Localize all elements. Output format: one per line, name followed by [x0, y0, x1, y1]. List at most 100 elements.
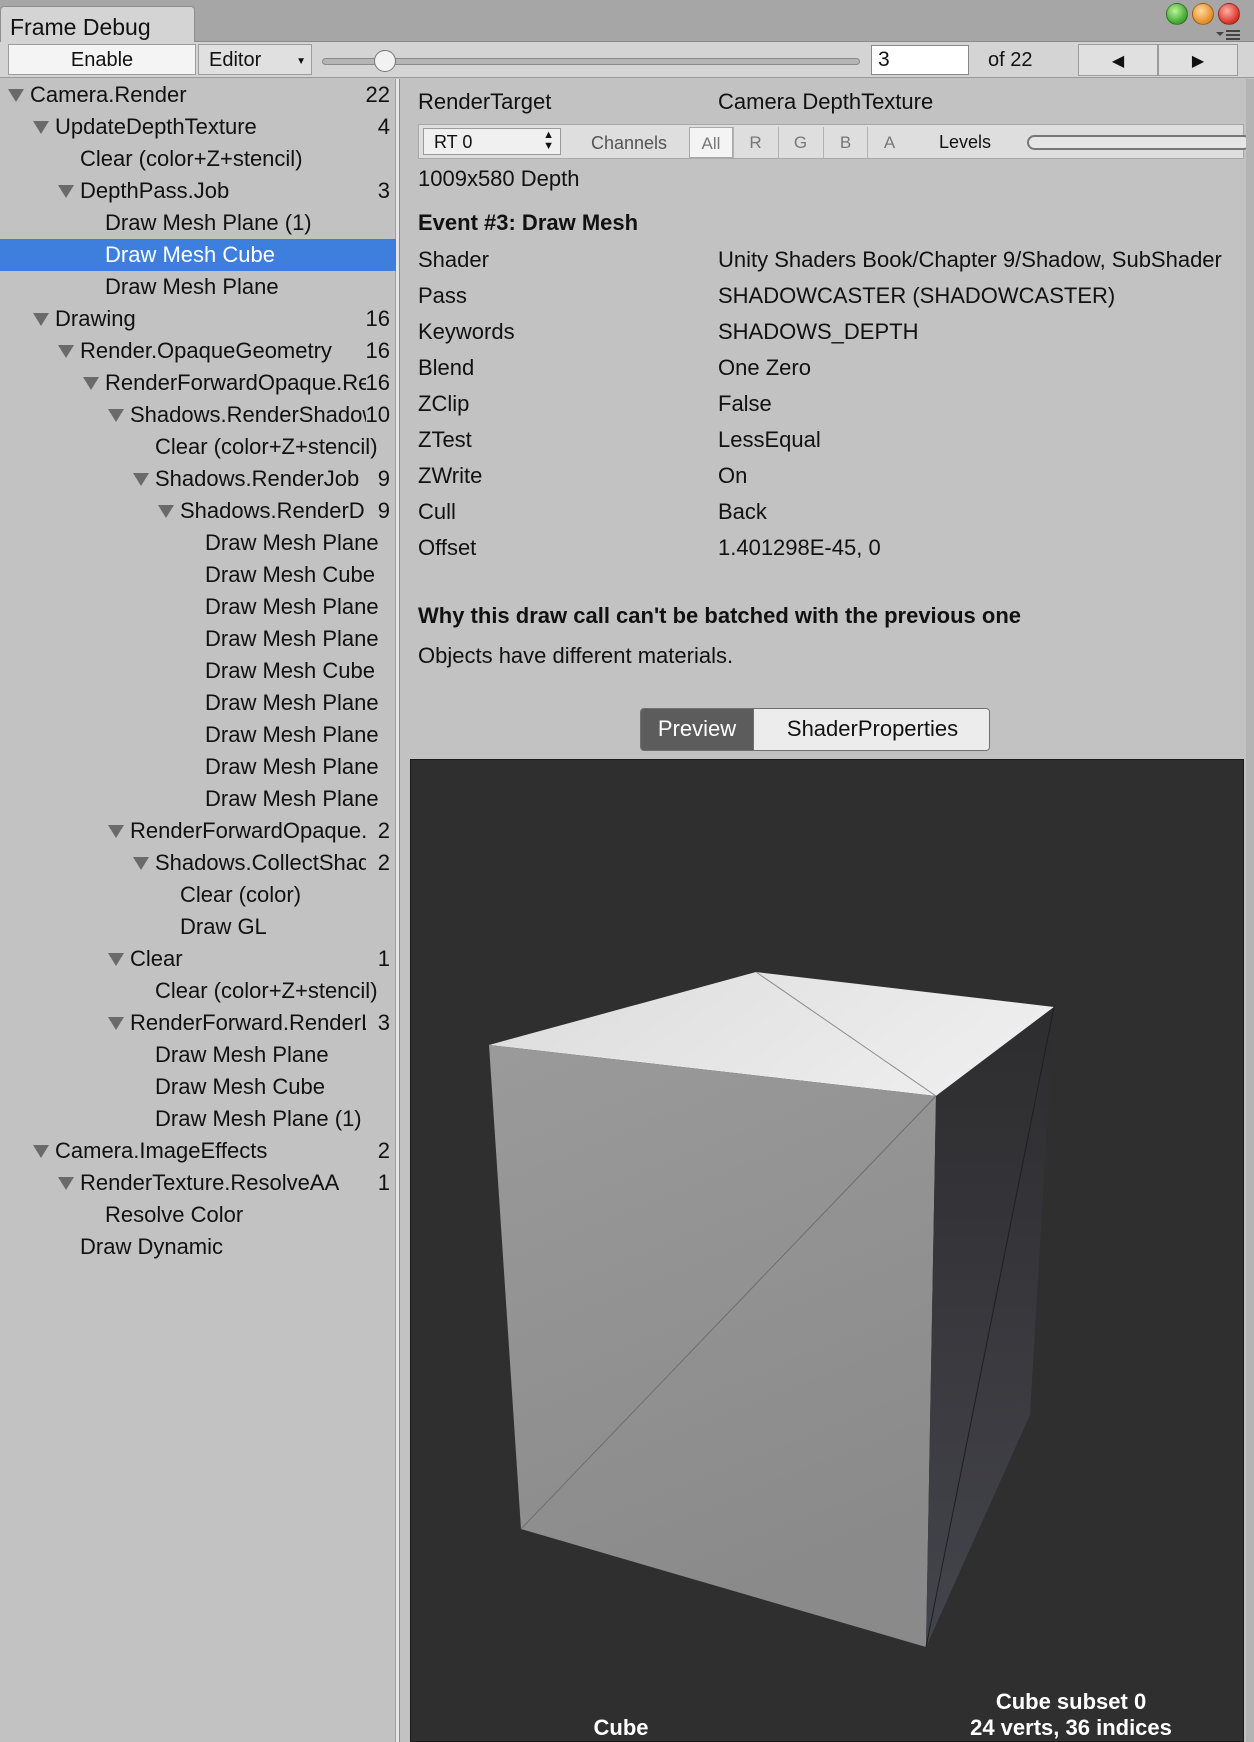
channel-r-button[interactable]: R — [733, 127, 777, 158]
tree-row-count: 2 — [377, 1138, 390, 1163]
tree-row-label: Draw Mesh Plane — [105, 274, 279, 299]
caret-down-icon: ▼ — [296, 56, 306, 67]
expand-triangle-icon[interactable] — [108, 1017, 124, 1030]
tree-row[interactable]: Shadows.RenderShadowmap10 — [0, 399, 396, 431]
expand-triangle-icon[interactable] — [8, 89, 24, 102]
tree-row-count: 4 — [377, 114, 390, 139]
tree-row[interactable]: Camera.ImageEffects 2 — [0, 1135, 396, 1167]
tree-row-label: Resolve Color — [105, 1202, 244, 1227]
tree-row-label: Camera.Render — [30, 82, 187, 107]
resolution-text: 1009x580 Depth — [418, 166, 580, 191]
tree-row-label: Draw Mesh Plane — [205, 754, 379, 779]
expand-triangle-icon[interactable] — [58, 185, 74, 198]
tree-row[interactable]: Draw Mesh Plane (1) — [0, 207, 396, 239]
close-window-icon[interactable] — [1218, 3, 1240, 25]
expand-triangle-icon[interactable] — [33, 1145, 49, 1158]
tree-row[interactable]: Clear 1 — [0, 943, 396, 975]
tree-row[interactable]: Camera.Render 22 — [0, 79, 396, 111]
property-value: 1.401298E-45, 0 — [718, 535, 881, 560]
tree-row[interactable]: Resolve Color — [0, 1199, 396, 1231]
tree-row[interactable]: Shadows.RenderJob 9 — [0, 463, 396, 495]
tree-row[interactable]: Draw Mesh Plane — [0, 271, 396, 303]
event-index-input[interactable]: 3 — [871, 45, 969, 75]
tree-row[interactable]: Draw Mesh Plane — [0, 783, 396, 815]
tree-row[interactable]: Clear (color+Z+stencil) — [0, 975, 396, 1007]
tab-shader-properties[interactable]: ShaderProperties — [753, 709, 989, 750]
expand-triangle-icon[interactable] — [108, 825, 124, 838]
preview-subset: Cube subset 0 — [995, 1689, 1147, 1714]
target-dropdown[interactable]: Editor ▼ — [198, 44, 312, 75]
tree-row[interactable]: Draw Mesh Cube — [0, 1071, 396, 1103]
expand-triangle-icon[interactable] — [33, 121, 49, 134]
tree-row[interactable]: Render.OpaqueGeometry 16 — [0, 335, 396, 367]
splitter[interactable] — [396, 79, 400, 1742]
tree-row[interactable]: Draw Mesh Plane — [0, 591, 396, 623]
tree-row[interactable]: Draw Mesh Cube — [0, 239, 396, 271]
event-total-label: of 22 — [988, 49, 1033, 71]
next-event-button[interactable]: ▶ — [1158, 44, 1238, 76]
panel-menu-icon[interactable] — [1214, 28, 1242, 42]
tree-row[interactable]: Draw Mesh Plane — [0, 719, 396, 751]
tree-row-label: DepthPass.Job — [80, 178, 230, 203]
tree-row[interactable]: Draw Mesh Plane — [0, 687, 396, 719]
tree-row-label: RenderForwardOpaque.CollectShadows — [130, 818, 366, 843]
window-tab-bar: Frame Debug — [0, 0, 1254, 42]
tree-row[interactable]: Draw Mesh Cube — [0, 655, 396, 687]
expand-triangle-icon[interactable] — [83, 377, 99, 390]
previous-event-button[interactable]: ◀ — [1078, 44, 1158, 76]
tree-row[interactable]: RenderForwardOpaque.CollectShadows 2 — [0, 815, 396, 847]
channel-g-button[interactable]: G — [778, 127, 822, 158]
tab-frame-debug[interactable]: Frame Debug — [0, 6, 195, 42]
event-title: Event #3: Draw Mesh — [418, 210, 639, 235]
tree-row[interactable]: Clear (color+Z+stencil) — [0, 143, 396, 175]
event-tree: Camera.Render 22 UpdateDepthTexture 4 Clear … — [0, 79, 396, 1742]
event-slider-thumb[interactable] — [374, 50, 397, 72]
tree-row[interactable]: RenderTexture.ResolveAA 1 — [0, 1167, 396, 1199]
tree-row[interactable]: RenderForwardOpaque.Render16 — [0, 367, 396, 399]
expand-triangle-icon[interactable] — [108, 953, 124, 966]
tree-row[interactable]: Draw Mesh Plane — [0, 1039, 396, 1071]
tab-preview[interactable]: Preview — [641, 709, 753, 750]
tree-row[interactable]: UpdateDepthTexture 4 — [0, 111, 396, 143]
expand-triangle-icon[interactable] — [133, 857, 149, 870]
tree-row[interactable]: Drawing 16 — [0, 303, 396, 335]
event-details-panel: RenderTarget Camera DepthTexture RT 0 ▲ ▼… — [402, 79, 1254, 1742]
event-slider-track[interactable] — [322, 58, 860, 65]
expand-triangle-icon[interactable] — [58, 1177, 74, 1190]
channel-all-button[interactable]: All — [689, 127, 733, 158]
tree-row[interactable]: Shadows.CollectShadows 2 — [0, 847, 396, 879]
rt-select-label: RT 0 — [434, 132, 473, 152]
tree-row[interactable]: Shadows.RenderDirJob 9 — [0, 495, 396, 527]
expand-triangle-icon[interactable] — [33, 313, 49, 326]
tree-row-label: Shadows.RenderShadowmap — [130, 402, 366, 427]
tree-row-label: Clear (color) — [180, 882, 302, 907]
tree-row[interactable]: Draw Mesh Plane — [0, 751, 396, 783]
tree-row[interactable]: Draw Mesh Cube — [0, 559, 396, 591]
tree-row[interactable]: Draw Dynamic — [0, 1231, 396, 1263]
channels-label: Channels — [591, 133, 668, 153]
tree-row[interactable]: Clear (color+Z+stencil) — [0, 431, 396, 463]
tree-row[interactable]: RenderForward.RenderLoopJob 3 — [0, 1007, 396, 1039]
tree-row[interactable]: Draw Mesh Plane (1) — [0, 1103, 396, 1135]
mesh-preview[interactable]: Cube Cube subset 0 24 verts, 36 indices — [410, 759, 1244, 1742]
channel-b-button[interactable]: B — [823, 127, 867, 158]
zoom-window-icon[interactable] — [1166, 3, 1188, 25]
right-window-edge — [1246, 79, 1254, 1742]
tree-row[interactable]: Draw GL — [0, 911, 396, 943]
tree-row-count: 9 — [377, 498, 390, 523]
levels-range-slider[interactable] — [1027, 135, 1251, 150]
expand-triangle-icon[interactable] — [108, 409, 124, 422]
rt-select[interactable]: RT 0 ▲ ▼ — [423, 128, 561, 155]
tree-row-label: Render.OpaqueGeometry — [80, 338, 332, 363]
expand-triangle-icon[interactable] — [158, 505, 174, 518]
tree-row[interactable]: Draw Mesh Plane — [0, 623, 396, 655]
enable-button[interactable]: Enable — [8, 44, 196, 75]
channel-a-button[interactable]: A — [867, 127, 911, 158]
tree-row[interactable]: Clear (color) — [0, 879, 396, 911]
property-value: SHADOWS_DEPTH — [718, 319, 919, 344]
expand-triangle-icon[interactable] — [133, 473, 149, 486]
minimize-window-icon[interactable] — [1192, 3, 1214, 25]
tree-row[interactable]: DepthPass.Job 3 — [0, 175, 396, 207]
tree-row[interactable]: Draw Mesh Plane — [0, 527, 396, 559]
expand-triangle-icon[interactable] — [58, 345, 74, 358]
